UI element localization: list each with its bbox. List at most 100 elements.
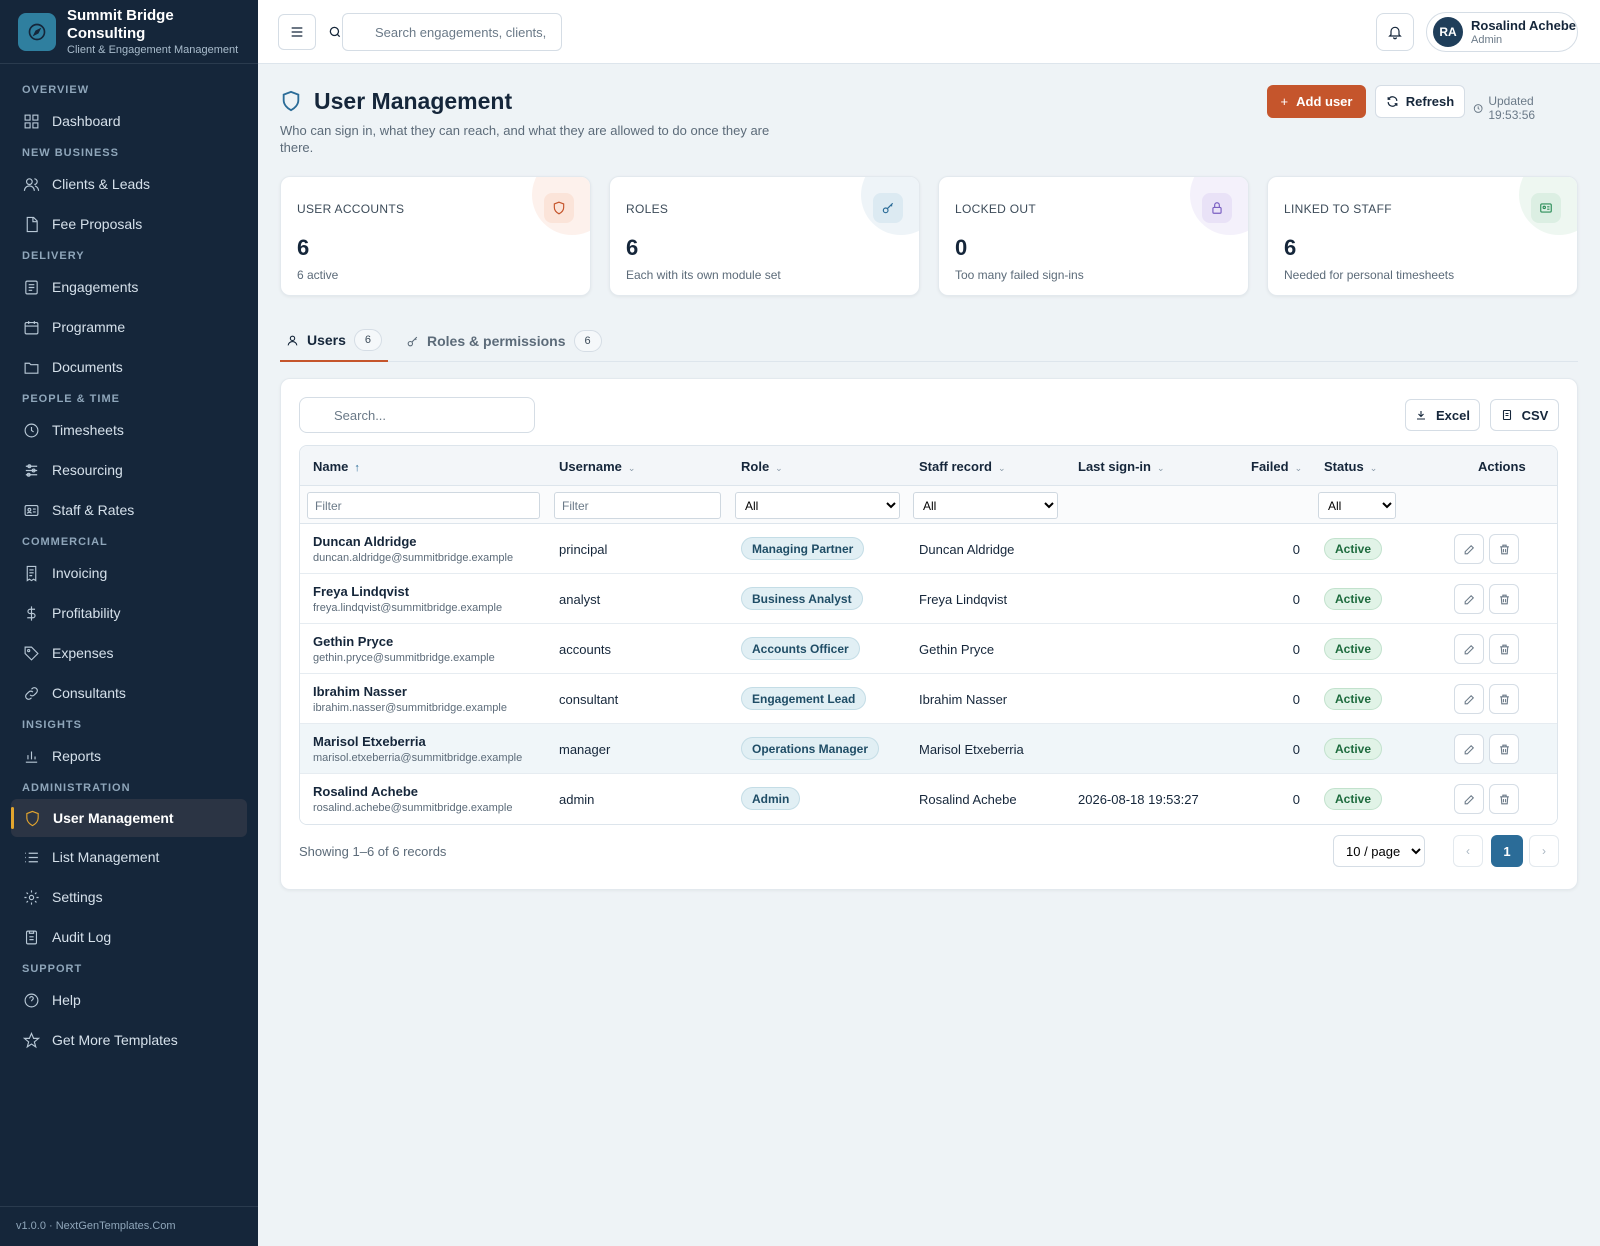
delete-button[interactable] [1489,684,1519,714]
stat-value: 0 [955,235,968,260]
table-row[interactable]: Duncan Aldridge duncan.aldridge@summitbri… [300,524,1557,574]
table-row[interactable]: Marisol Etxeberria marisol.etxeberria@sum… [300,724,1557,774]
tab-users[interactable]: Users 6 [280,320,388,362]
delete-button[interactable] [1489,584,1519,614]
sidebar-item-documents[interactable]: Documents [0,347,258,387]
avatar: RA [1433,17,1463,47]
delete-button[interactable] [1489,634,1519,664]
sidebar-item-timesheets[interactable]: Timesheets [0,410,258,450]
nav-section-support: SUPPORT [22,963,83,975]
nav-section-delivery: DELIVERY [22,250,85,262]
table-row[interactable]: Gethin Pryce gethin.pryce@summitbridge.ex… [300,624,1557,674]
tab-roles-permissions[interactable]: Roles & permissions 6 [406,320,602,362]
prev-page-button[interactable]: ‹ [1453,835,1483,867]
clock-icon [1473,103,1483,113]
sidebar-item-help[interactable]: Help [0,980,258,1020]
sidebar-item-staff-rates[interactable]: Staff & Rates [0,490,258,530]
sidebar-item-list-management[interactable]: List Management [0,837,258,877]
shield-icon [544,193,574,223]
status-badge: Active [1324,738,1383,760]
notifications-button[interactable] [1376,13,1414,51]
column-header-name[interactable]: Name ↑ [313,459,360,474]
global-search-input[interactable] [342,13,562,51]
edit-button[interactable] [1454,584,1484,614]
role-badge: Engagement Lead [741,687,867,710]
username: manager [559,742,611,757]
refresh-button[interactable]: Refresh [1375,85,1465,118]
dollar-icon [22,604,40,622]
users-icon [22,175,40,193]
stats-row: USER ACCOUNTS 6 6 active ROLES 6 Each wi… [280,176,1578,296]
edit-button[interactable] [1454,634,1484,664]
sidebar-item-audit-log[interactable]: Audit Log [0,917,258,957]
edit-button[interactable] [1454,784,1484,814]
sidebar-item-consultants[interactable]: Consultants [0,673,258,713]
column-header-failed[interactable]: Failed ⌄ [1251,459,1302,474]
star-icon [22,1031,40,1049]
add-user-button[interactable]: + Add user [1267,85,1366,118]
sidebar-item-label: Get More Templates [52,1032,178,1048]
sidebar-item-engagements[interactable]: Engagements [0,267,258,307]
next-page-button[interactable]: › [1529,835,1559,867]
tab-count: 6 [573,330,602,352]
staff-filter-select[interactable]: All [913,492,1058,519]
export-csv-button[interactable]: CSV [1490,399,1559,431]
status-filter-select[interactable]: All [1318,492,1396,519]
page-number-current[interactable]: 1 [1491,835,1523,867]
column-header-last-sign-in[interactable]: Last sign-in ⌄ [1078,459,1165,474]
sidebar-item-label: Settings [52,889,103,905]
delete-button[interactable] [1489,534,1519,564]
column-header-username[interactable]: Username ⌄ [559,459,635,474]
failed-count: 0 [1292,642,1300,657]
user-menu[interactable]: RA Rosalind Achebe Admin [1426,12,1578,52]
sidebar-item-resourcing[interactable]: Resourcing [0,450,258,490]
export-excel-button[interactable]: Excel [1405,399,1480,431]
sidebar-item-get-more-templates[interactable]: Get More Templates [0,1020,258,1060]
excel-label: Excel [1436,407,1470,423]
username: consultant [559,692,619,707]
table-row[interactable]: Rosalind Achebe rosalind.achebe@summitbri… [300,774,1557,824]
user-name: Duncan Aldridge [313,534,417,549]
page-size-select[interactable]: 10 / page [1333,835,1425,867]
sidebar-item-expenses[interactable]: Expenses [0,633,258,673]
sidebar-item-settings[interactable]: Settings [0,877,258,917]
nav-section-commercial: COMMERCIAL [22,536,108,548]
delete-button[interactable] [1489,734,1519,764]
user-email: gethin.pryce@summitbridge.example [313,652,495,664]
sidebar-item-invoicing[interactable]: Invoicing [0,553,258,593]
lock-icon [1202,193,1232,223]
column-header-staff-record[interactable]: Staff record ⌄ [919,459,1006,474]
page-header: User Management Who can sign in, what th… [280,64,1578,164]
stat-label: LOCKED OUT [955,202,1037,216]
sidebar-item-fee-proposals[interactable]: Fee Proposals [0,204,258,244]
compass-icon [18,12,56,51]
username-filter-input[interactable] [554,492,721,519]
brand: Summit Bridge Consulting Client & Engage… [0,0,258,64]
name-filter-input[interactable] [307,492,540,519]
sidebar-item-dashboard[interactable]: Dashboard [0,101,258,141]
user-email: marisol.etxeberria@summitbridge.example [313,752,523,764]
sidebar-item-user-management[interactable]: User Management [11,799,247,837]
bar-chart-icon [22,747,40,765]
column-header-role[interactable]: Role ⌄ [741,459,783,474]
role-filter-select[interactable]: All [735,492,900,519]
table-search-input[interactable] [299,397,535,433]
role-badge: Accounts Officer [741,637,860,660]
status-badge: Active [1324,538,1383,560]
sidebar-item-profitability[interactable]: Profitability [0,593,258,633]
table-row[interactable]: Ibrahim Nasser ibrahim.nasser@summitbridg… [300,674,1557,724]
status-badge: Active [1324,638,1383,660]
edit-button[interactable] [1454,684,1484,714]
edit-button[interactable] [1454,734,1484,764]
sidebar-item-clients-leads[interactable]: Clients & Leads [0,164,258,204]
file-icon [1502,409,1511,421]
edit-button[interactable] [1454,534,1484,564]
delete-button[interactable] [1489,784,1519,814]
sidebar-item-reports[interactable]: Reports [0,736,258,776]
user-name: Rosalind Achebe [1471,18,1576,33]
table-row[interactable]: Freya Lindqvist freya.lindqvist@summitbri… [300,574,1557,624]
list-icon [22,848,40,866]
menu-toggle-button[interactable] [278,14,316,50]
column-header-status[interactable]: Status ⌄ [1324,459,1377,474]
sidebar-item-programme[interactable]: Programme [0,307,258,347]
